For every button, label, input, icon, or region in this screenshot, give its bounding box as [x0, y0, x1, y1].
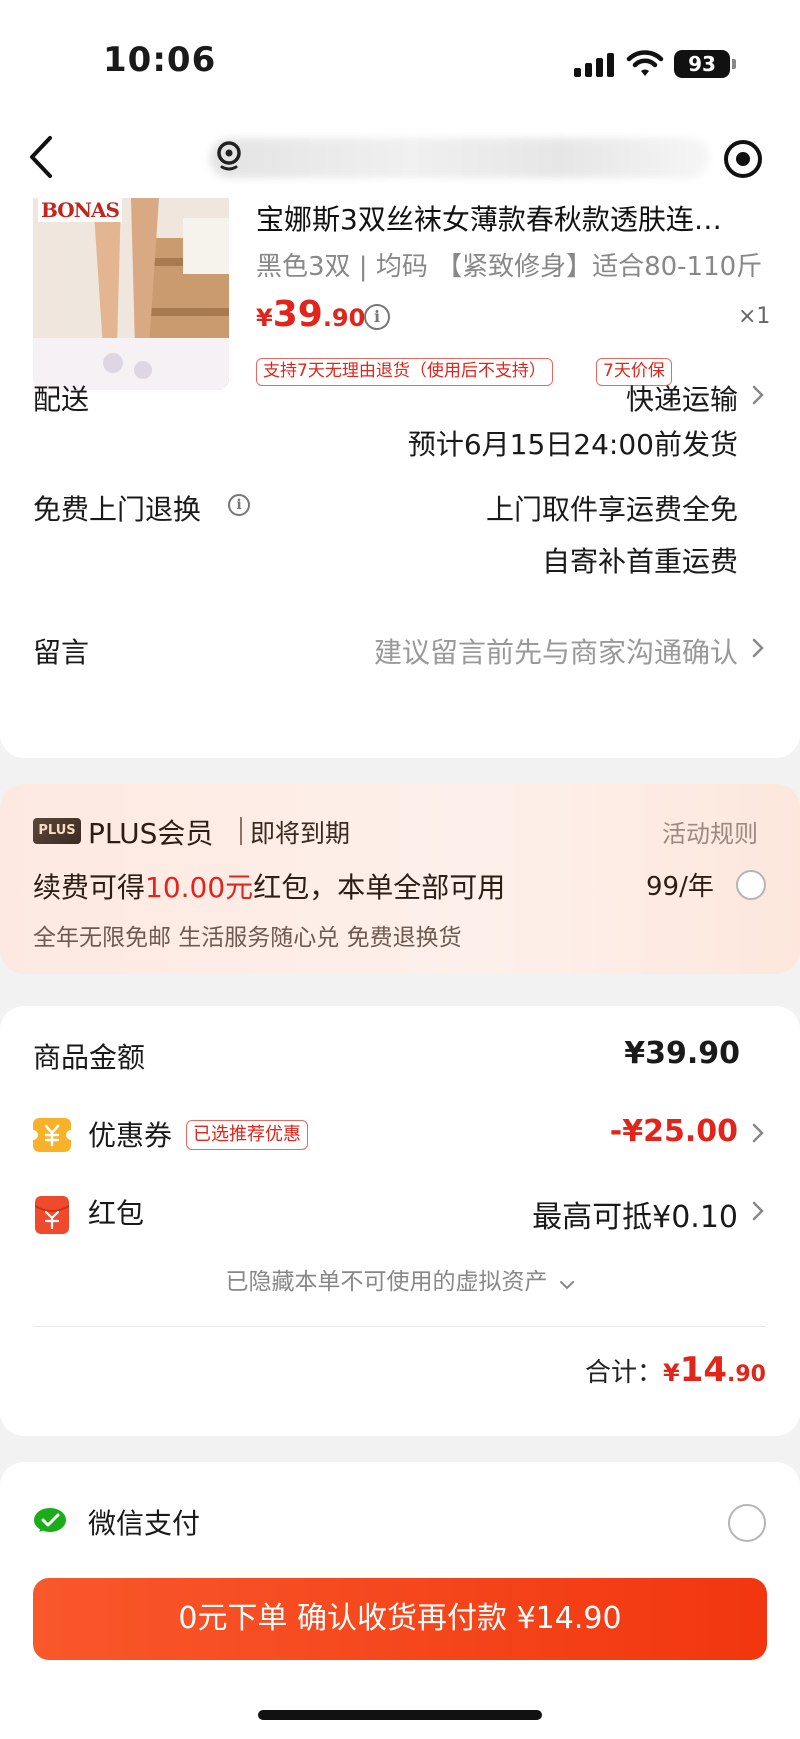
delivery-label: 配送	[33, 383, 90, 416]
free-return-line2: 自寄补首重运费	[541, 545, 738, 578]
payment-card: 微信支付	[0, 1462, 800, 1582]
chevron-right-icon[interactable]	[751, 1122, 765, 1144]
product-photo	[33, 198, 229, 390]
total-currency: ¥	[662, 1359, 680, 1387]
price-decimal: .90	[322, 304, 366, 332]
coupon-icon	[33, 1118, 71, 1152]
coupon-recommend-tag: 已选推荐优惠	[186, 1120, 308, 1150]
price-info-icon[interactable]: i	[364, 304, 390, 330]
total-amount: 合计：¥14.90	[585, 1350, 766, 1390]
coupon-label: 优惠券	[88, 1119, 173, 1152]
free-return-line1: 上门取件享运费全免	[485, 493, 738, 526]
total-integer: 14	[679, 1350, 728, 1390]
wechat-pay-icon	[34, 1508, 66, 1532]
price-integer: 39	[272, 294, 323, 335]
plus-title: PLUS会员	[88, 817, 214, 850]
return-policy-tag: 支持7天无理由退货（使用后不支持）	[256, 358, 553, 386]
plus-select-radio[interactable]	[736, 870, 766, 900]
hidden-assets-note: 已隐藏本单不可使用的虚拟资产	[225, 1269, 548, 1295]
goods-amount-label: 商品金额	[33, 1041, 146, 1074]
product-price: ¥39.90	[256, 294, 365, 335]
product-thumbnail[interactable]	[33, 198, 229, 390]
wifi-icon	[626, 50, 664, 76]
submit-order-button[interactable]: 0元下单 确认收货再付款 ¥14.90	[33, 1578, 767, 1660]
product-spec[interactable]: 黑色3双 | 均码 【紧致修身】适合80-110斤	[256, 246, 762, 283]
chevron-right-icon[interactable]	[751, 637, 765, 659]
back-arrow-icon[interactable]	[22, 132, 62, 182]
plus-expire-status: 即将到期	[250, 819, 351, 848]
more-options-icon[interactable]	[722, 138, 764, 180]
wechat-pay-radio[interactable]	[728, 1504, 766, 1542]
plus-offer-amount: 10.00元	[145, 871, 254, 904]
status-bar: 10:06 93	[0, 0, 800, 118]
delivery-eta: 预计6月15日24:00前发货	[407, 428, 738, 461]
red-packet-value[interactable]: 最高可抵¥0.10	[532, 1192, 738, 1236]
product-quantity: ×1	[738, 304, 771, 329]
home-indicator	[258, 1710, 542, 1720]
location-pin-icon	[217, 141, 241, 171]
free-return-info-icon[interactable]: i	[228, 494, 250, 516]
chevron-right-icon[interactable]	[751, 384, 765, 406]
goods-amount-value: ¥39.90	[624, 1036, 740, 1071]
nav-bar	[0, 118, 800, 198]
address-bar-blurred[interactable]	[210, 138, 710, 178]
coupon-value[interactable]: -¥25.00	[610, 1114, 738, 1149]
plus-offer-prefix: 续费可得	[33, 871, 146, 904]
price-currency: ¥	[256, 304, 273, 332]
message-label: 留言	[33, 636, 90, 669]
plus-membership-card[interactable]: PLUS PLUS会员 即将到期 活动规则 续费可得10.00元红包，本单全部可…	[0, 784, 800, 974]
chevron-down-icon	[559, 1280, 574, 1289]
plus-benefits: 全年无限免邮 生活服务随心兑 免费退换货	[33, 925, 462, 951]
cellular-signal-icon	[574, 53, 614, 77]
hidden-assets-toggle[interactable]: 已隐藏本单不可使用的虚拟资产	[0, 1262, 800, 1296]
message-input[interactable]: 建议留言前先与商家沟通确认	[374, 631, 738, 671]
total-decimal: .90	[727, 1362, 766, 1387]
plus-offer-suffix: 红包，本单全部可用	[253, 871, 506, 904]
plus-badge: PLUS	[33, 818, 81, 844]
order-info-card: BONAS 宝娜斯3双丝袜女薄款春秋款透肤连… 黑色3双 | 均码 【紧致修身】…	[0, 198, 800, 758]
price-summary-card: 商品金额 ¥39.90 优惠券 已选推荐优惠 -¥25.00 红包 最高可抵¥0…	[0, 1006, 800, 1436]
chevron-right-icon[interactable]	[751, 1200, 765, 1222]
summary-divider	[33, 1326, 766, 1327]
product-title[interactable]: 宝娜斯3双丝袜女薄款春秋款透肤连…	[256, 198, 766, 238]
status-time: 10:06	[103, 40, 217, 80]
wechat-pay-label[interactable]: 微信支付	[88, 1502, 200, 1542]
free-return-label: 免费上门退换	[33, 493, 202, 526]
total-label: 合计：	[584, 1358, 663, 1388]
red-packet-icon	[35, 1196, 69, 1234]
plus-price: 99/年	[646, 872, 714, 902]
red-packet-label: 红包	[88, 1197, 145, 1230]
plus-offer-text: 续费可得10.00元红包，本单全部可用	[33, 866, 505, 906]
brand-logo: BONAS	[38, 198, 122, 222]
plus-rules-link[interactable]: 活动规则	[662, 814, 758, 849]
plus-separator	[240, 817, 242, 845]
battery-indicator: 93	[674, 50, 736, 78]
delivery-method[interactable]: 快递运输	[626, 378, 738, 418]
